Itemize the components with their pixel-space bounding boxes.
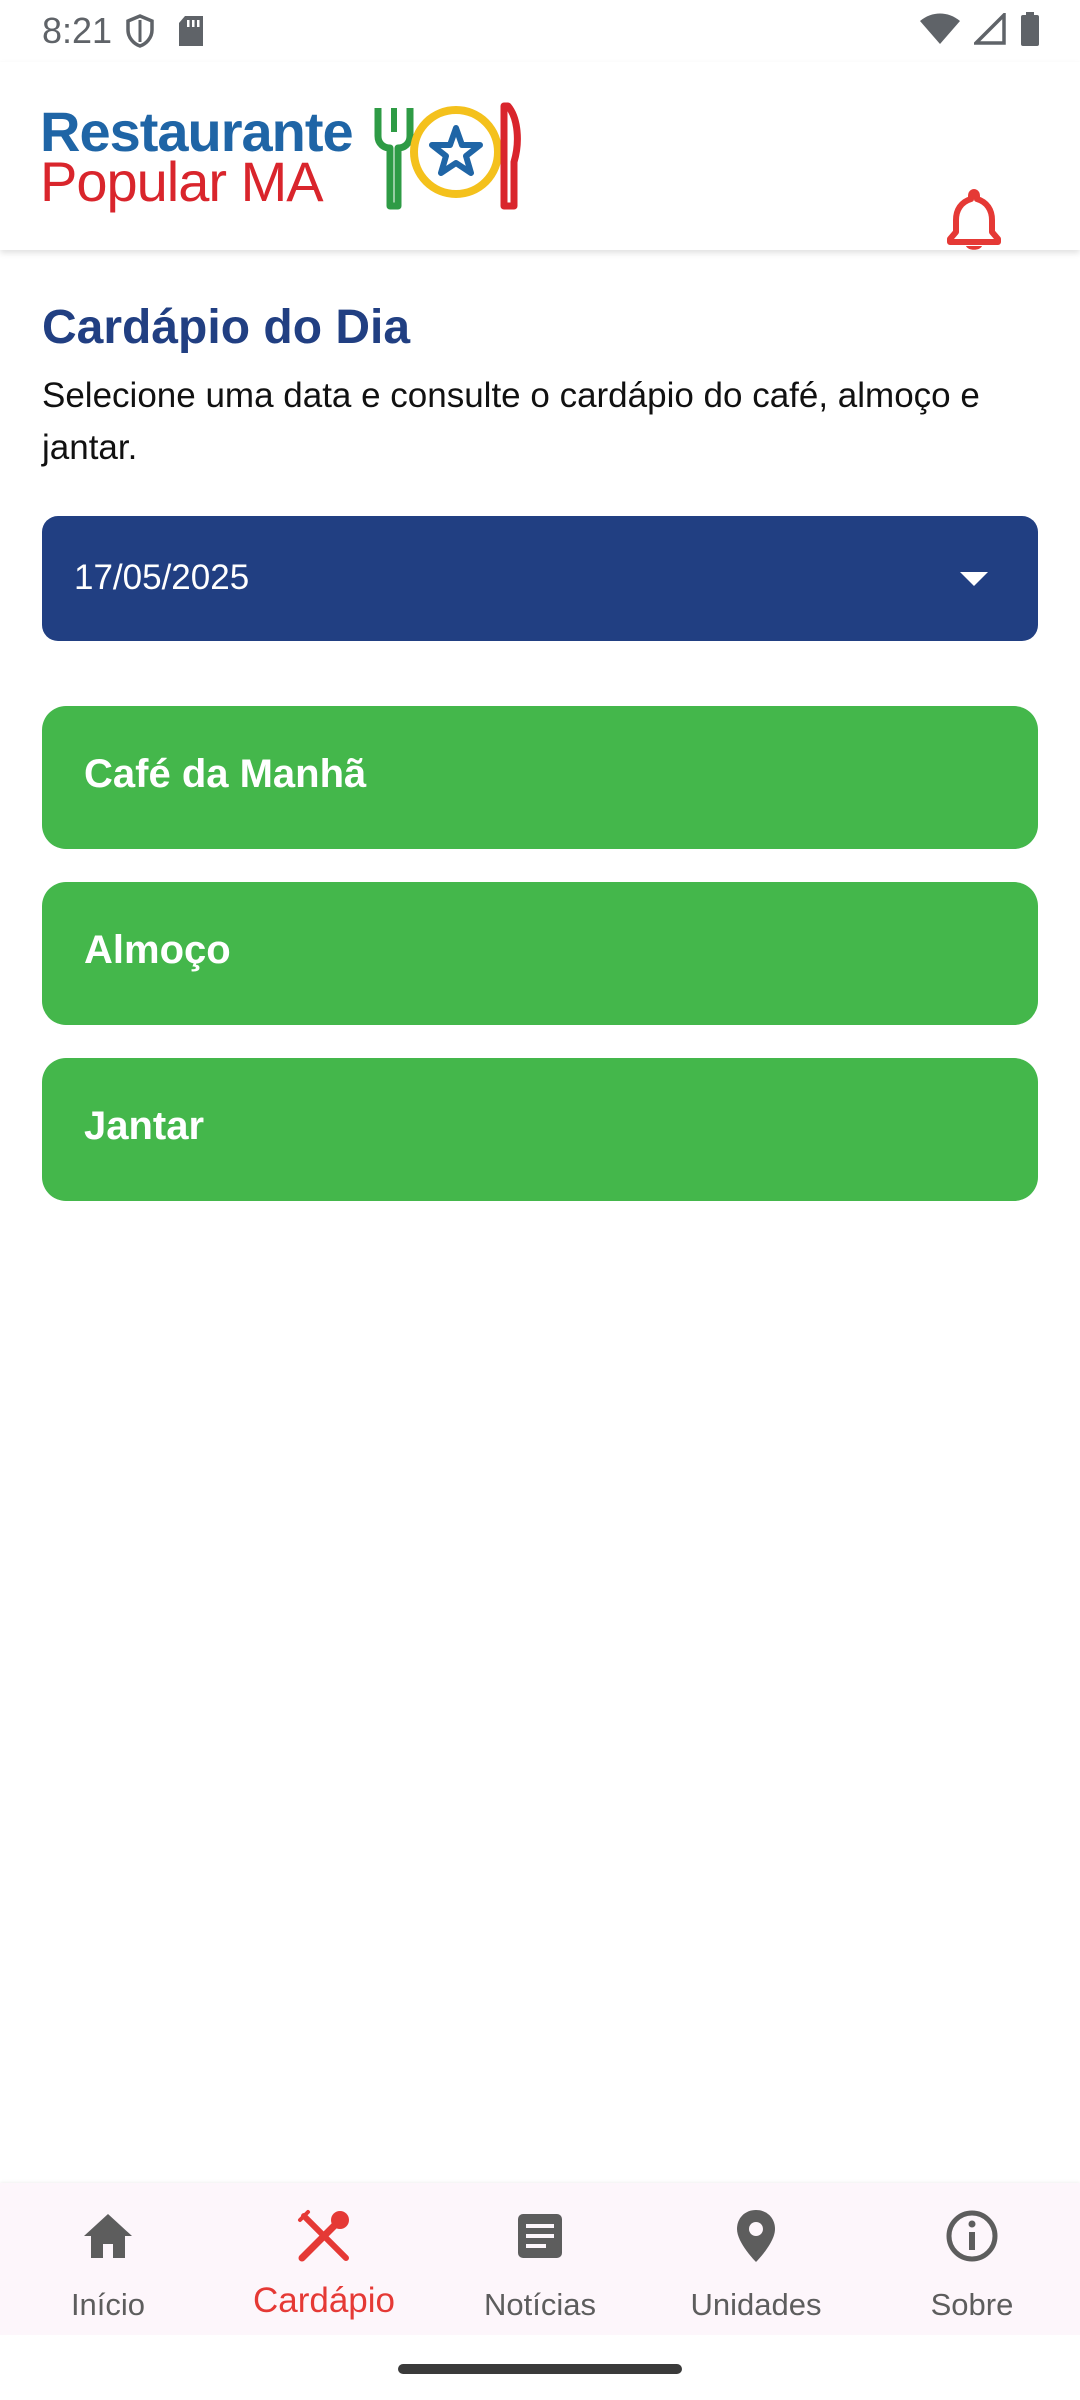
wifi-icon (920, 13, 960, 44)
page-title: Cardápio do Dia (42, 301, 411, 354)
article-icon (518, 2214, 562, 2258)
status-time: 8:21 (42, 10, 113, 51)
meal-label: Café da Manhã (84, 752, 367, 796)
meal-label: Almoço (84, 928, 231, 972)
status-bar: 8:21 (0, 0, 1080, 62)
page-subtitle: Selecione uma data e consulte o cardápio… (42, 376, 980, 467)
dropdown-arrow-icon (960, 572, 988, 586)
nav-item-noticias[interactable]: Notícias (432, 2183, 648, 2335)
info-icon (946, 2210, 998, 2262)
battery-icon (1021, 12, 1039, 46)
meal-lunch-button[interactable]: Almoço (42, 882, 1038, 1025)
meal-dinner-button[interactable]: Jantar (42, 1058, 1038, 1201)
home-icon (84, 2214, 132, 2258)
meal-breakfast-button[interactable]: Café da Manhã (42, 706, 1038, 849)
logo-cutlery-plate-icon (374, 102, 521, 210)
app-logo: Restaurante Popular MA (40, 102, 521, 222)
shield-icon (126, 14, 154, 48)
logo-text-popular-ma: Popular MA (40, 150, 324, 213)
nav-item-unidades[interactable]: Unidades (648, 2183, 864, 2335)
nav-label: Cardápio (252, 2281, 396, 2320)
sd-card-icon (179, 16, 203, 46)
nav-label: Notícias (484, 2287, 596, 2322)
nav-label: Unidades (690, 2287, 822, 2322)
nav-item-inicio[interactable]: Início (0, 2183, 216, 2335)
date-dropdown[interactable]: 17/05/2025 (42, 516, 1038, 641)
nav-item-cardapio[interactable]: Cardápio (216, 2183, 432, 2335)
notification-bell-icon[interactable] (944, 188, 1004, 252)
nav-label: Início (70, 2287, 146, 2322)
nav-item-sobre[interactable]: Sobre (864, 2183, 1080, 2335)
utensils-icon (298, 2210, 349, 2262)
date-dropdown-value: 17/05/2025 (74, 558, 250, 597)
nav-label: Sobre (930, 2287, 1014, 2322)
bottom-navigation: Início Cardápio Notícias Unidades Sobre (0, 2183, 1080, 2335)
meal-label: Jantar (84, 1104, 205, 1148)
app-header: Restaurante Popular MA (0, 62, 1080, 250)
signal-icon (974, 13, 1006, 45)
gesture-handle[interactable] (398, 2364, 682, 2374)
location-pin-icon (737, 2210, 775, 2262)
